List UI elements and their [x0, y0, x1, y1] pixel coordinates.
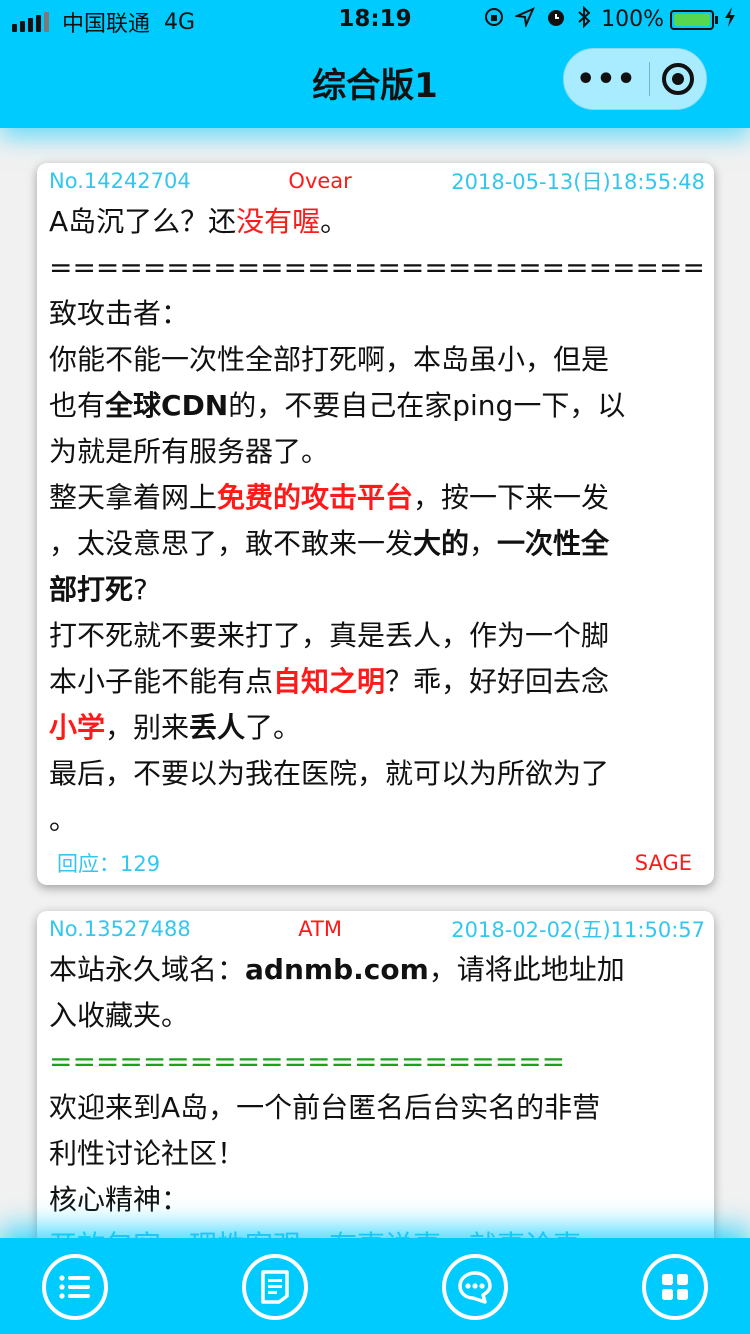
- grid-icon: [662, 1274, 688, 1300]
- alarm-icon: [545, 6, 567, 33]
- document-icon: [261, 1270, 289, 1304]
- tab-grid[interactable]: [642, 1254, 708, 1320]
- close-target-button[interactable]: [650, 62, 706, 96]
- charging-icon: [724, 7, 736, 32]
- thread-author: Ovear: [288, 169, 352, 193]
- thread-content: A岛沉了么？还没有喔。 ============================…: [49, 205, 702, 836]
- location-icon: [513, 7, 536, 32]
- rotation-lock-icon: [483, 6, 505, 33]
- thread-card[interactable]: No.14242704 Ovear 2018-05-13(日)18:55:48 …: [37, 163, 714, 885]
- miniprogram-capsule: •••: [563, 48, 707, 110]
- divider-line: ======================================: [49, 251, 702, 284]
- thread-content: 本站永久域名：adnmb.com，请将此地址加 入收藏夹。 ==========…: [49, 947, 702, 1251]
- bluetooth-icon: [577, 5, 591, 33]
- reply-count[interactable]: 回应：129: [57, 848, 160, 878]
- thread-footer: 回应：129 SAGE: [57, 845, 692, 881]
- tab-list[interactable]: [42, 1254, 108, 1320]
- chat-icon: [458, 1271, 492, 1304]
- top-bar: 中国联通 4G 18:19 100% 综合版1 •••: [0, 0, 750, 128]
- tab-documents[interactable]: [242, 1254, 308, 1320]
- thread-card[interactable]: No.13527488 ATM 2018-02-02(五)11:50:57 本站…: [37, 911, 714, 1251]
- target-icon: [661, 63, 694, 95]
- status-bar: 中国联通 4G 18:19 100%: [0, 0, 750, 40]
- thread-date: 2018-05-13(日)18:55:48: [451, 170, 705, 194]
- sage-badge: SAGE: [634, 851, 692, 875]
- thread-id: No.14242704: [49, 169, 191, 193]
- thread-meta: No.13527488 ATM 2018-02-02(五)11:50:57: [49, 911, 705, 947]
- divider-line: ======================: [49, 1045, 566, 1078]
- thread-date: 2018-02-02(五)11:50:57: [451, 918, 705, 942]
- battery-icon: [670, 9, 714, 30]
- tab-chat[interactable]: [442, 1254, 508, 1320]
- thread-id: No.13527488: [49, 917, 191, 941]
- battery-percent: 100%: [601, 7, 664, 32]
- tab-bar: [0, 1238, 750, 1334]
- more-button[interactable]: •••: [564, 62, 649, 97]
- thread-author: ATM: [298, 917, 342, 941]
- thread-meta: No.14242704 Ovear 2018-05-13(日)18:55:48: [49, 163, 705, 199]
- list-icon: [59, 1275, 90, 1299]
